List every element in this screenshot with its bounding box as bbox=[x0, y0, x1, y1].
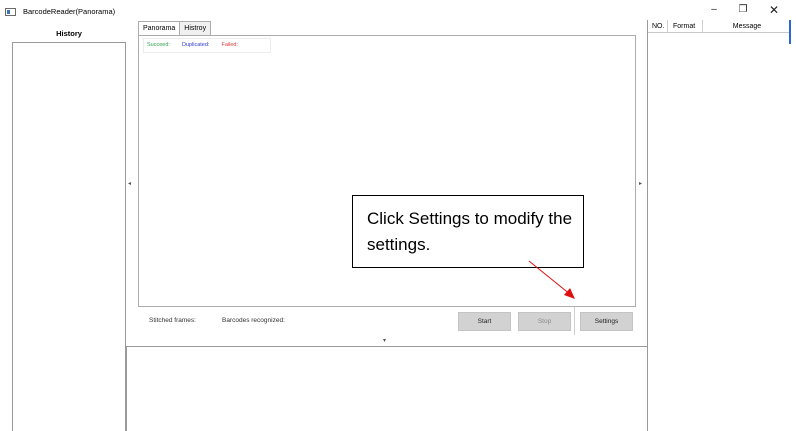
results-table: NO. Format Message bbox=[647, 20, 791, 431]
results-table-header: NO. Format Message bbox=[648, 20, 791, 33]
title-bar: BarcodeReader(Panorama) – ❐ ✕ bbox=[0, 0, 796, 20]
tab-bar: Panorama Histroy bbox=[138, 21, 212, 36]
start-button[interactable]: Start bbox=[458, 312, 511, 331]
log-panel[interactable] bbox=[126, 346, 648, 431]
tab-history[interactable]: Histroy bbox=[179, 21, 212, 35]
minimize-button[interactable]: – bbox=[702, 2, 726, 18]
close-button[interactable]: ✕ bbox=[762, 2, 786, 18]
history-list[interactable] bbox=[12, 42, 126, 431]
failed-label: Failed: bbox=[221, 42, 238, 48]
stop-button[interactable]: Stop bbox=[518, 312, 571, 331]
callout-text: Click Settings to modify the settings. bbox=[367, 209, 573, 254]
callout-arrow-icon bbox=[528, 260, 575, 299]
succeed-label: Succeed: bbox=[147, 42, 170, 48]
scrollbar[interactable] bbox=[789, 20, 791, 44]
stitched-frames-label: Stitched frames: bbox=[149, 317, 196, 324]
app-window-icon bbox=[5, 8, 16, 16]
duplicated-label: Duplicated: bbox=[181, 42, 210, 48]
history-title: History bbox=[56, 29, 82, 38]
restore-button[interactable]: ❐ bbox=[731, 2, 755, 18]
tooltip-callout: Click Settings to modify the settings. bbox=[352, 195, 584, 268]
collapse-down-icon[interactable]: ▾ bbox=[383, 337, 386, 344]
collapse-right-icon[interactable]: ▸ bbox=[639, 180, 642, 187]
barcodes-recognized-label: Barcodes recognized: bbox=[222, 317, 285, 324]
status-row: Succeed: Duplicated: Failed: bbox=[147, 42, 250, 48]
tab-panorama[interactable]: Panorama bbox=[138, 21, 181, 36]
column-header-message[interactable]: Message bbox=[703, 20, 791, 32]
divider bbox=[574, 307, 575, 335]
column-header-no[interactable]: NO. bbox=[648, 20, 668, 32]
window-title: BarcodeReader(Panorama) bbox=[23, 7, 116, 16]
settings-button[interactable]: Settings bbox=[580, 312, 633, 331]
control-bar: Stitched frames: Barcodes recognized: St… bbox=[138, 307, 636, 335]
collapse-left-icon[interactable]: ◂ bbox=[128, 180, 131, 187]
column-header-format[interactable]: Format bbox=[668, 20, 703, 32]
